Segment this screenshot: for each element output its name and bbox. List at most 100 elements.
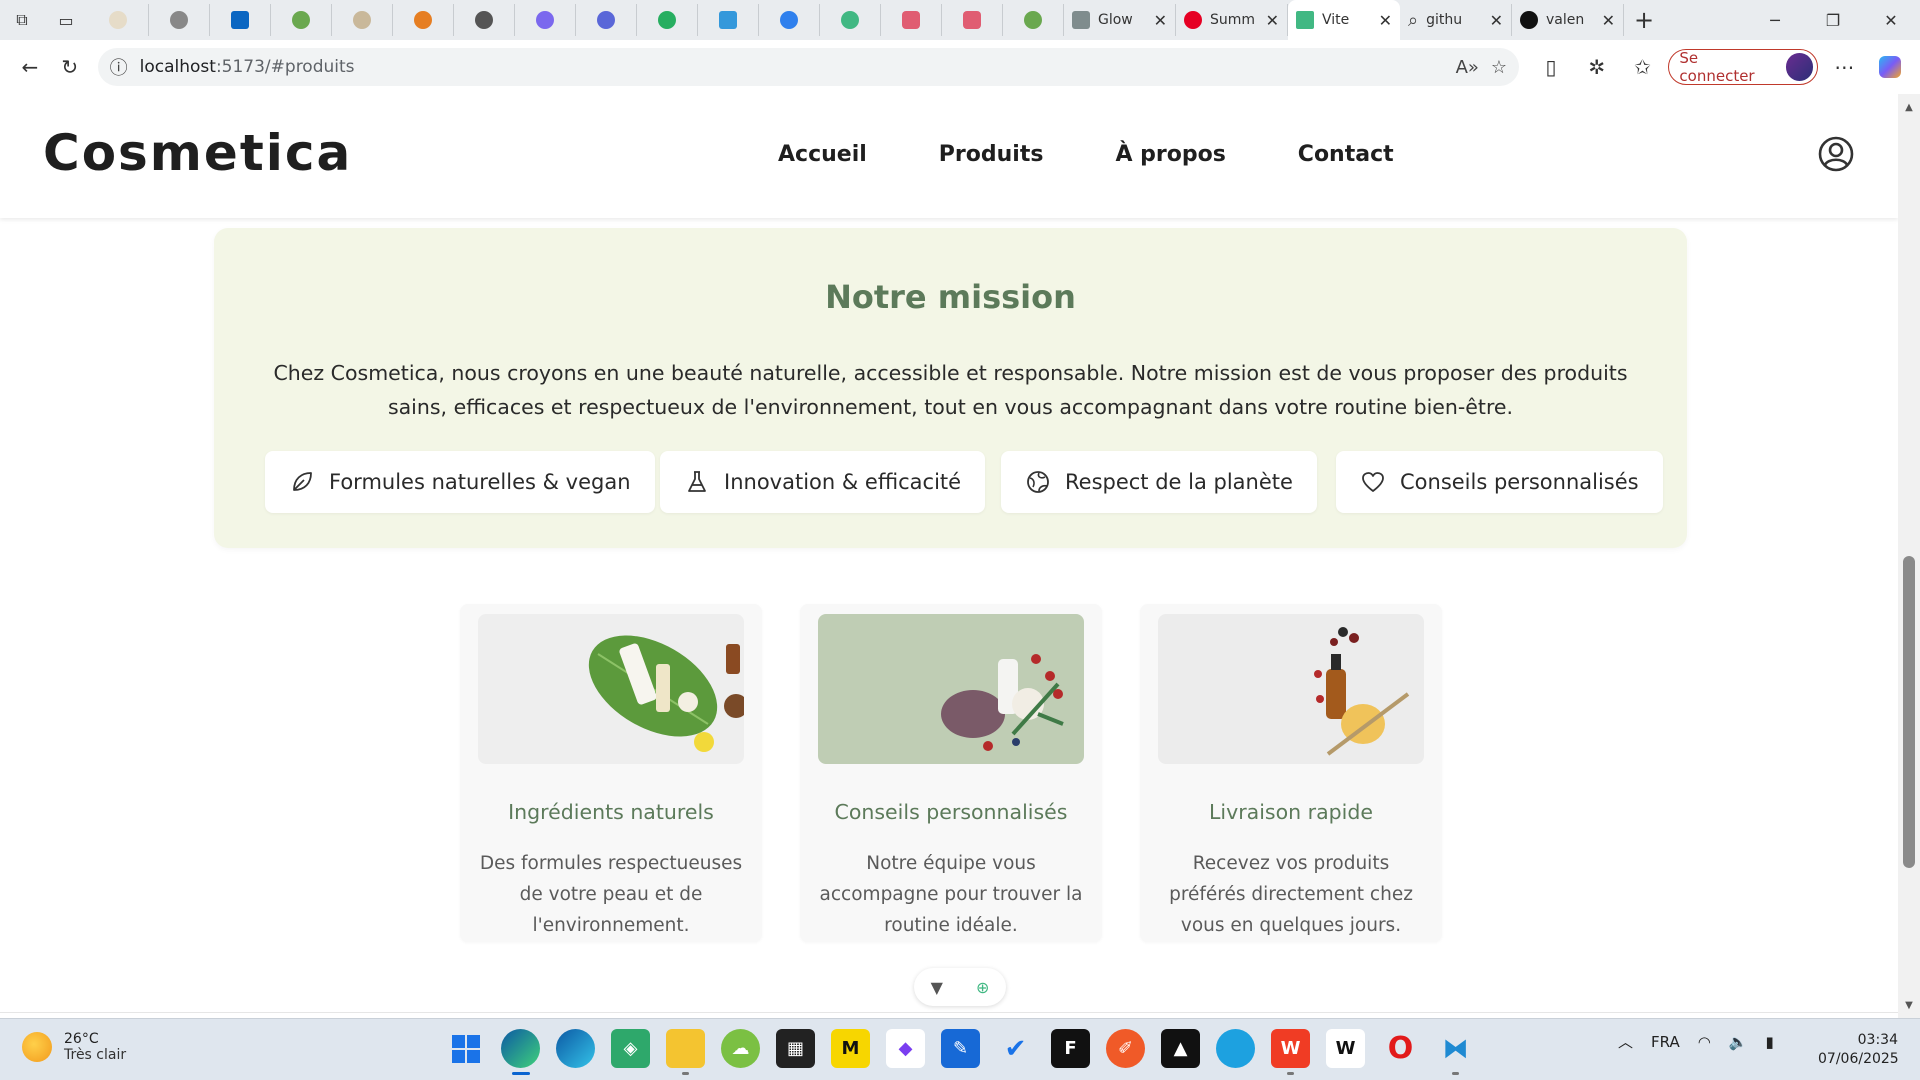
brush-app-icon[interactable]: ✐	[1106, 1029, 1145, 1068]
browser-tab[interactable]: Summ ✕	[1176, 4, 1288, 36]
whiteboard-icon[interactable]: ✎	[941, 1029, 980, 1068]
pinned-tab[interactable]	[515, 4, 576, 36]
nav-link-produits[interactable]: Produits	[939, 142, 1044, 167]
clock-date: 07/06/2025	[1818, 1051, 1899, 1067]
app-icon[interactable]	[1216, 1029, 1255, 1068]
affinity-icon[interactable]: ▲	[1161, 1029, 1200, 1068]
pinned-tab[interactable]	[210, 4, 271, 36]
copilot-icon[interactable]	[1870, 47, 1910, 87]
pinned-tab[interactable]	[1003, 4, 1064, 36]
tab-favicon-icon	[475, 11, 493, 29]
browser-tab[interactable]: Glow ✕	[1064, 4, 1176, 36]
close-tab-icon[interactable]: ✕	[1266, 11, 1279, 30]
close-window-icon[interactable]: ✕	[1862, 0, 1920, 40]
pinned-tab[interactable]	[454, 4, 515, 36]
close-tab-icon[interactable]: ✕	[1379, 11, 1392, 30]
feature-description: Recevez vos produits préférés directemen…	[1169, 853, 1413, 936]
weather-widget[interactable]: 26°C Très clair	[22, 1031, 126, 1063]
vscode-icon[interactable]: ⧓	[1436, 1029, 1475, 1075]
account-icon[interactable]	[1818, 136, 1854, 172]
address-bar[interactable]: ⓘ localhost:5173/#produits A» ☆	[97, 48, 1520, 86]
browser-tab-active[interactable]: Vite ✕	[1288, 0, 1400, 40]
main-nav: Accueil Produits À propos Contact	[778, 142, 1394, 167]
tab-favicon-icon	[536, 11, 554, 29]
pinned-tab[interactable]	[759, 4, 820, 36]
taskbar-apps: ◈ ☁ ▦ M ◆ ✎ ✔ F ✐ ▲ W W O ⧓	[446, 1029, 1475, 1075]
todo-icon[interactable]: ✔	[996, 1029, 1035, 1068]
vertical-tabs-icon[interactable]: ▭	[44, 0, 88, 40]
scroll-down-icon[interactable]: ▼	[1898, 996, 1920, 1014]
read-aloud-icon[interactable]: A»	[1456, 57, 1479, 78]
language-indicator[interactable]: FRA	[1651, 1033, 1680, 1051]
chevron-up-icon[interactable]: ︿	[1618, 1031, 1633, 1052]
site-logo[interactable]: Cosmetica	[43, 124, 352, 182]
pinned-tab[interactable]	[149, 4, 210, 36]
github-icon	[1520, 11, 1538, 29]
notion-icon[interactable]: W	[1326, 1029, 1365, 1068]
taskbar: 26°C Très clair ◈ ☁ ▦ M ◆ ✎ ✔ F ✐ ▲ W W …	[0, 1018, 1920, 1080]
edge-dev-icon[interactable]	[556, 1029, 595, 1068]
close-tab-icon[interactable]: ✕	[1602, 11, 1615, 30]
new-tab-button[interactable]: +	[1624, 0, 1664, 40]
window-controls: ─ ❐ ✕	[1746, 0, 1920, 40]
volume-icon[interactable]: 🔈	[1729, 1033, 1748, 1051]
miro-icon[interactable]: M	[831, 1029, 870, 1068]
brave-icon[interactable]: W	[1271, 1029, 1310, 1075]
vue-icon[interactable]: ▼	[931, 978, 943, 997]
app-icon[interactable]: ◈	[611, 1029, 650, 1068]
close-tab-icon[interactable]: ✕	[1154, 11, 1167, 30]
more-menu-icon[interactable]: ⋯	[1824, 47, 1864, 87]
pinned-tab[interactable]	[576, 4, 637, 36]
back-arrow-icon[interactable]: ←	[10, 47, 50, 87]
leaf-icon	[293, 472, 312, 491]
workspaces-icon[interactable]: ⧉	[0, 0, 44, 40]
close-tab-icon[interactable]: ✕	[1490, 11, 1503, 30]
clock[interactable]: 03:34 07/06/2025	[1818, 1031, 1899, 1069]
page-scrollbar[interactable]: ▲ ▼	[1898, 94, 1920, 1018]
wifi-icon[interactable]: ◠	[1698, 1033, 1711, 1051]
pinned-tab[interactable]	[393, 4, 454, 36]
value-pill: Respect de la planète	[1001, 451, 1317, 513]
pinned-tab[interactable]	[332, 4, 393, 36]
restore-icon[interactable]: ❐	[1804, 0, 1862, 40]
browser-tab[interactable]: ⌕ githu ✕	[1400, 4, 1512, 36]
pinned-tab[interactable]	[698, 4, 759, 36]
heart-icon	[1362, 472, 1384, 492]
obsidian-icon[interactable]: ◆	[886, 1029, 925, 1068]
url-text[interactable]: localhost:5173/#produits	[140, 57, 1444, 77]
pinned-tab[interactable]	[820, 4, 881, 36]
pinned-tab[interactable]	[271, 4, 332, 36]
start-button[interactable]	[446, 1029, 485, 1068]
pinned-tab[interactable]	[881, 4, 942, 36]
nav-link-a-propos[interactable]: À propos	[1115, 142, 1225, 167]
tab-favicon-icon	[1024, 11, 1042, 29]
favorite-star-icon[interactable]: ☆	[1491, 57, 1507, 78]
battery-icon[interactable]: ▮	[1766, 1033, 1774, 1051]
vite-devtools-toggle[interactable]: ▼ ⊕	[914, 968, 1006, 1006]
minimize-icon[interactable]: ─	[1746, 0, 1804, 40]
nav-link-contact[interactable]: Contact	[1298, 142, 1394, 167]
tab-favicon-icon	[170, 11, 188, 29]
mission-text: Chez Cosmetica, nous croyons en une beau…	[273, 361, 1628, 419]
figma-icon[interactable]: F	[1051, 1029, 1090, 1068]
pinned-tab[interactable]	[88, 4, 149, 36]
split-screen-icon[interactable]: ▯	[1531, 47, 1571, 87]
browser-tab[interactable]: valen ✕	[1512, 4, 1624, 36]
site-header: Cosmetica Accueil Produits À propos Cont…	[0, 94, 1898, 218]
opera-icon[interactable]: O	[1381, 1029, 1420, 1068]
pinned-tab[interactable]	[637, 4, 698, 36]
game-app-icon[interactable]: ▦	[776, 1029, 815, 1068]
edge-icon[interactable]	[501, 1029, 540, 1075]
sign-in-button[interactable]: Se connecter	[1668, 49, 1819, 85]
file-explorer-icon[interactable]	[666, 1029, 705, 1075]
favorites-icon[interactable]: ✩	[1623, 47, 1663, 87]
pinned-tab[interactable]	[942, 4, 1003, 36]
scrollbar-thumb[interactable]	[1903, 556, 1915, 868]
nav-link-accueil[interactable]: Accueil	[778, 142, 867, 167]
cloud-app-icon[interactable]: ☁	[721, 1029, 760, 1068]
site-info-icon[interactable]: ⓘ	[110, 54, 128, 80]
extensions-icon[interactable]: ✲	[1577, 47, 1617, 87]
scroll-up-icon[interactable]: ▲	[1898, 98, 1920, 116]
refresh-icon[interactable]: ↻	[50, 47, 90, 87]
inspector-icon[interactable]: ⊕	[976, 978, 989, 997]
